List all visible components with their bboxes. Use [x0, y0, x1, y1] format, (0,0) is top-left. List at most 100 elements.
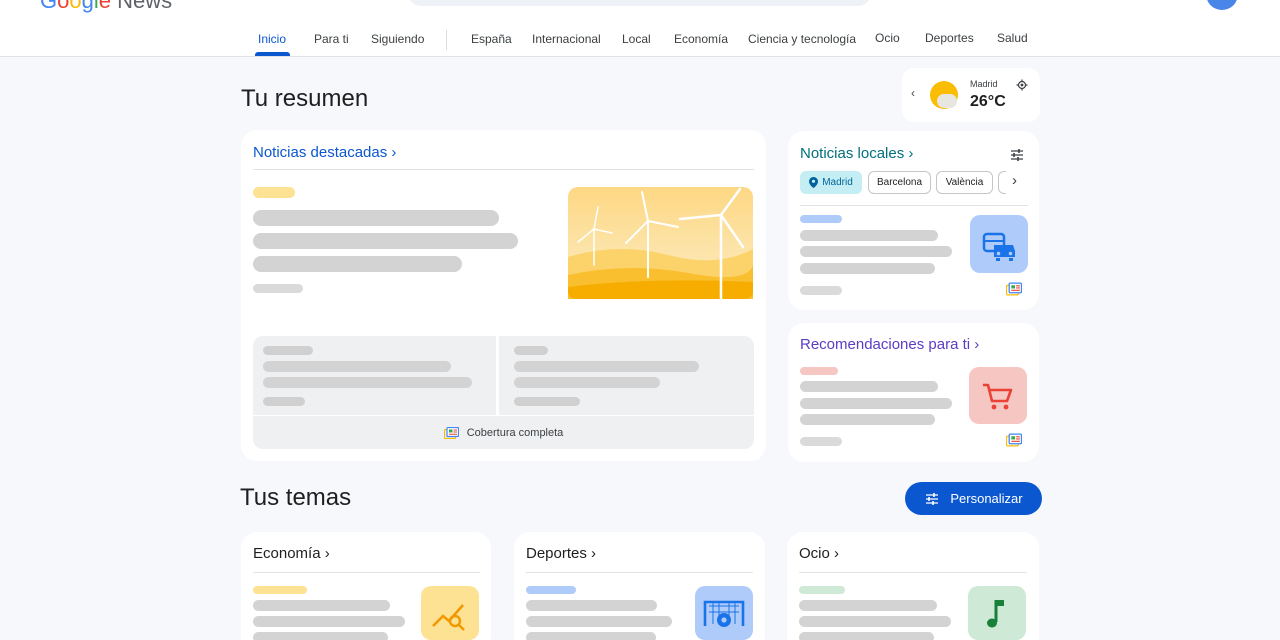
chevron-right-icon[interactable]: ›	[1012, 172, 1017, 189]
placeholder-line	[263, 377, 472, 388]
placeholder-tag	[253, 187, 295, 198]
chevron-right-icon: ›	[974, 336, 980, 353]
full-coverage-icon[interactable]	[1006, 282, 1022, 296]
placeholder-line	[526, 632, 656, 640]
chevron-right-icon: ›	[908, 145, 914, 162]
tab-ocio[interactable]: Ocio	[875, 31, 900, 45]
placeholder-line	[800, 230, 938, 241]
chevron-right-icon: ›	[324, 545, 330, 562]
placeholder-line	[800, 381, 938, 392]
personalize-label: Personalizar	[950, 491, 1023, 506]
placeholder-line	[799, 616, 951, 627]
tab-espana[interactable]: España	[471, 32, 512, 46]
placeholder-line	[800, 246, 952, 257]
chevron-right-icon: ›	[834, 545, 840, 562]
placeholder-source	[800, 286, 842, 295]
placeholder-source	[514, 346, 548, 355]
tab-deportes[interactable]: Deportes	[925, 31, 974, 45]
chip-madrid[interactable]: Madrid	[800, 171, 862, 194]
local-news-title[interactable]: Noticias locales ›	[800, 145, 913, 162]
tab-siguiendo[interactable]: Siguiendo	[371, 32, 424, 46]
placeholder-line	[253, 233, 518, 249]
weather-widget[interactable]: ‹ Madrid 26°C	[902, 68, 1040, 122]
recommendations-title[interactable]: Recomendaciones para ti ›	[800, 336, 979, 353]
divider	[799, 572, 1027, 573]
placeholder-line	[800, 398, 952, 409]
topics-heading: Tus temas	[240, 484, 352, 511]
chip-valencia[interactable]: València	[936, 171, 993, 194]
placeholder-source	[263, 346, 313, 355]
local-story-thumbnail[interactable]	[970, 215, 1028, 273]
divider	[526, 572, 753, 573]
divider	[253, 572, 480, 573]
top-app-bar: Google News Inicio Para ti Siguiendo Esp…	[0, 0, 1280, 57]
nav-divider	[446, 30, 447, 50]
tab-salud[interactable]: Salud	[997, 31, 1028, 45]
placeholder-line	[800, 414, 935, 425]
full-coverage-button[interactable]: Cobertura completa	[253, 416, 754, 449]
topic-thumbnail-ocio[interactable]	[968, 586, 1026, 640]
divider	[800, 205, 1028, 206]
chevron-right-icon: ›	[391, 144, 397, 161]
google-news-logo[interactable]: Google News	[40, 0, 172, 14]
full-coverage-label: Cobertura completa	[466, 426, 564, 439]
chevron-left-icon[interactable]: ‹	[911, 86, 915, 100]
tab-inicio[interactable]: Inicio	[258, 32, 286, 46]
location-target-icon[interactable]	[1016, 79, 1028, 91]
chip-barcelona[interactable]: Barcelona	[868, 171, 931, 194]
summary-heading: Tu resumen	[241, 85, 369, 112]
topic-title-economia[interactable]: Economía ›	[253, 545, 330, 562]
placeholder-tag	[799, 586, 845, 594]
cloud-icon	[937, 94, 957, 108]
chip-overflow	[998, 171, 1006, 194]
placeholder-line	[800, 263, 935, 274]
topic-thumbnail-deportes[interactable]	[695, 586, 753, 640]
placeholder-line	[514, 361, 699, 372]
shopping-cart-icon	[983, 383, 1013, 410]
tab-internacional[interactable]: Internacional	[532, 32, 601, 46]
divider	[253, 169, 754, 170]
account-avatar[interactable]	[1206, 0, 1238, 10]
placeholder-line	[263, 361, 451, 372]
placeholder-line	[253, 210, 499, 226]
location-pin-icon	[809, 177, 819, 188]
full-coverage-icon	[443, 426, 459, 439]
chevron-right-icon: ›	[591, 545, 597, 562]
placeholder-tag	[253, 586, 307, 594]
placeholder-tag	[800, 367, 838, 375]
topic-title-ocio[interactable]: Ocio ›	[799, 545, 839, 562]
placeholder-line	[253, 256, 462, 272]
topic-title-deportes[interactable]: Deportes ›	[526, 545, 596, 562]
placeholder-source	[800, 437, 842, 446]
wind-turbines-image[interactable]	[568, 187, 753, 299]
tab-ciencia-tecnologia[interactable]: Ciencia y tecnología	[748, 32, 856, 46]
tune-icon	[926, 492, 939, 505]
weather-temperature: 26°C	[970, 93, 1006, 110]
top-stories-title[interactable]: Noticias destacadas ›	[253, 144, 396, 161]
full-coverage-icon[interactable]	[1006, 433, 1022, 447]
car-bus-icon	[982, 232, 1015, 261]
topic-thumbnail-economia[interactable]	[421, 586, 479, 640]
placeholder-line	[799, 632, 934, 640]
personalize-button[interactable]: Personalizar	[905, 482, 1042, 515]
placeholder-line	[526, 616, 672, 627]
placeholder-line	[253, 632, 388, 640]
active-tab-indicator	[255, 52, 290, 56]
placeholder-line	[526, 600, 657, 611]
placeholder-tag	[526, 586, 576, 594]
placeholder-tag	[800, 215, 842, 223]
search-bar[interactable]	[408, 0, 871, 6]
placeholder-line	[253, 600, 390, 611]
placeholder-line	[514, 377, 660, 388]
tab-para-ti[interactable]: Para ti	[314, 32, 349, 46]
chart-search-icon	[432, 604, 465, 631]
placeholder-time	[263, 397, 305, 406]
tune-settings-icon[interactable]	[1010, 148, 1024, 162]
soccer-goal-icon	[703, 600, 745, 627]
recommended-story-thumbnail[interactable]	[969, 367, 1027, 424]
placeholder-line	[799, 600, 937, 611]
tab-local[interactable]: Local	[622, 32, 651, 46]
placeholder-line	[253, 616, 405, 627]
placeholder-source	[253, 284, 303, 293]
tab-economia[interactable]: Economía	[674, 32, 728, 46]
